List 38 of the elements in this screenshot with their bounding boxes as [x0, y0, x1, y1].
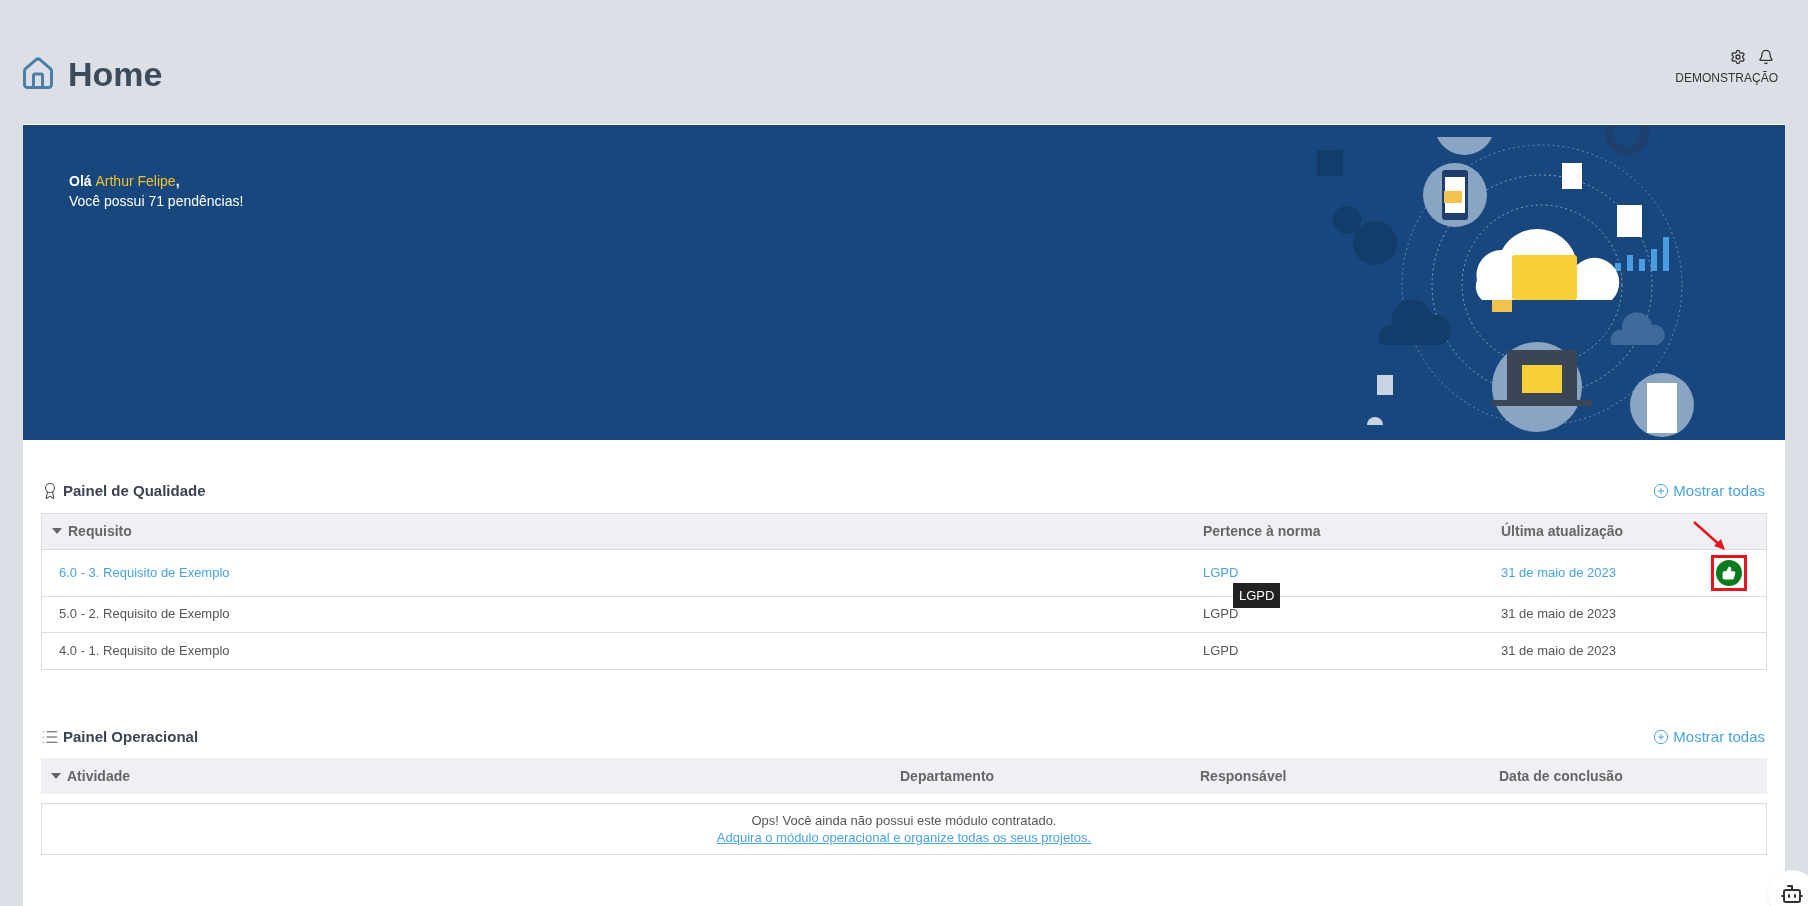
caret-icon: [52, 528, 62, 534]
empty-message: Ops! Você ainda não possui este módulo contratado.: [751, 812, 1057, 829]
caret-icon: [51, 773, 61, 779]
home-icon: [20, 56, 56, 92]
panel-title: Painel Operacional: [63, 726, 199, 747]
column-header[interactable]: Atividade: [67, 765, 130, 787]
table-cell-text: 31 de maio de 2023: [1500, 563, 1617, 582]
purchase-link[interactable]: Adquira o módulo operacional e organize todas os seus projetos.: [716, 829, 1092, 846]
robot-icon: [1780, 882, 1804, 906]
plus-circle-icon: [1653, 728, 1670, 745]
table-cell-text: 5.0 - 2. Requisito de Exemplo: [58, 605, 231, 624]
show-all-link[interactable]: Mostrar todas: [1653, 480, 1765, 503]
column-header[interactable]: Data de conclusão: [1499, 767, 1623, 784]
table-cell-text: 6.0 - 3. Requisito de Exemplo: [58, 563, 231, 582]
table-cell: LGPD: [1203, 564, 1239, 580]
table-row[interactable]: 4.0 - 1. Requisito de Exemplo LGPD 31 de maio de 2023: [42, 632, 1766, 669]
pending-message: Você possui 71 pendências!: [69, 192, 244, 211]
column-header[interactable]: Requisito: [68, 520, 132, 542]
column-header[interactable]: Responsável: [1200, 767, 1287, 784]
column-header[interactable]: Pertence à norma: [1203, 522, 1321, 539]
table-cell-text: 31 de maio de 2023: [1500, 605, 1617, 624]
plus-circle-icon: [1653, 483, 1670, 500]
annotation-arrow: [1692, 519, 1728, 552]
thumbs-up-icon: [1722, 565, 1736, 580]
column-header[interactable]: Última atualização: [1501, 522, 1624, 539]
settings-icon[interactable]: [1730, 49, 1746, 65]
panel-title: Painel de Qualidade: [63, 481, 206, 501]
greeting-text: Olá Arthur Felipe,: [69, 172, 181, 191]
show-all-link[interactable]: Mostrar todas: [1653, 725, 1765, 748]
tooltip: LGPD: [1233, 582, 1281, 609]
table-cell-text: 4.0 - 1. Requisito de Exemplo: [58, 641, 231, 660]
table-cell: LGPD: [1203, 642, 1239, 658]
table-cell-text: 31 de maio de 2023: [1500, 641, 1617, 660]
user-name[interactable]: DEMONSTRAÇÃO: [1675, 69, 1778, 87]
page-title: Home: [68, 53, 163, 95]
table-cell: LGPD: [1203, 606, 1239, 622]
column-header[interactable]: Departamento: [900, 767, 995, 784]
bell-icon[interactable]: [1758, 49, 1774, 65]
